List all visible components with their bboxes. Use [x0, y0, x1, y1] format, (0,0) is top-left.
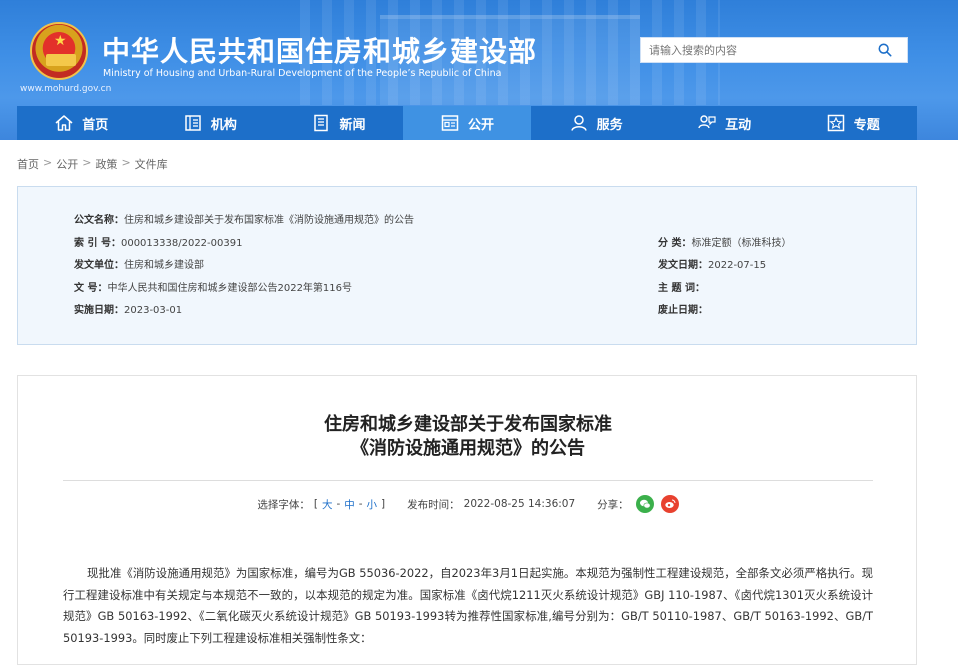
nav-item-service[interactable]: 服务	[531, 106, 660, 140]
nav-item-org[interactable]: 机构	[146, 106, 275, 140]
nav-item-disclosure[interactable]: 公开	[402, 106, 532, 140]
info-value: 2022-07-15	[708, 260, 767, 271]
font-size-medium-link[interactable]: 中	[344, 497, 355, 512]
national-emblem-icon[interactable]: ★	[30, 22, 88, 80]
breadcrumb-separator: >	[121, 156, 131, 169]
article-meta: 选择字体： [ 大 - 中 - 小 ] 发布时间： 2022-08-25 14:…	[18, 495, 918, 513]
disclosure-icon	[441, 115, 459, 131]
main-nav: 首页 机构 新闻 公开 服务 互动 专题	[17, 106, 917, 140]
nav-label: 公开	[468, 117, 495, 133]
site-title[interactable]: 中华人民共和国住房和城乡建设部	[102, 30, 537, 70]
share-label: 分享：	[597, 498, 629, 511]
nav-label: 专题	[853, 117, 880, 133]
wechat-share-icon[interactable]	[635, 495, 654, 513]
breadcrumb-item-disclosure[interactable]: 公开	[56, 156, 78, 172]
nav-item-news[interactable]: 新闻	[274, 106, 403, 140]
info-repeal-date: 废止日期：	[658, 301, 708, 316]
info-label: 主 题 词：	[658, 283, 705, 294]
org-icon	[185, 115, 201, 131]
breadcrumb: 首页 > 公开 > 政策 > 文件库	[17, 156, 168, 172]
info-value: 住房和城乡建设部关于发布国家标准《消防设施通用规范》的公告	[124, 215, 414, 226]
info-label: 索 引 号：	[74, 238, 121, 249]
article-title-line-2: 《消防设施通用规范》的公告	[351, 438, 585, 459]
weibo-share-icon[interactable]	[660, 495, 679, 513]
search-box	[640, 37, 908, 63]
info-category: 分 类：标准定额（标准科技）	[658, 234, 791, 249]
info-label: 文 号：	[74, 283, 108, 294]
info-index: 索 引 号：000013338/2022-00391	[74, 234, 242, 249]
site-header: ★ www.mohurd.gov.cn 中华人民共和国住房和城乡建设部 Mini…	[0, 0, 958, 140]
info-label: 发文单位：	[74, 260, 124, 271]
font-bracket-open: [	[313, 498, 318, 510]
article-divider	[63, 480, 873, 481]
document-info-panel: 公文名称：住房和城乡建设部关于发布国家标准《消防设施通用规范》的公告 索 引 号…	[17, 186, 917, 345]
nav-label: 机构	[210, 117, 237, 133]
info-issuer: 发文单位：住房和城乡建设部	[74, 256, 204, 271]
info-value: 标准定额（标准科技）	[691, 238, 792, 249]
breadcrumb-separator: >	[82, 156, 92, 169]
article-title-line-1: 住房和城乡建设部关于发布国家标准	[324, 414, 612, 435]
nav-label: 互动	[725, 117, 752, 133]
home-icon	[55, 115, 73, 131]
font-bracket-close: ]	[381, 498, 386, 510]
font-size-large-link[interactable]: 大	[322, 497, 333, 512]
search-input[interactable]	[641, 38, 866, 62]
search-button[interactable]	[863, 38, 907, 62]
news-icon	[314, 114, 329, 132]
breadcrumb-item-home[interactable]: 首页	[17, 156, 39, 172]
info-value: 住房和城乡建设部	[124, 260, 204, 271]
font-separator: -	[336, 498, 341, 510]
article-container: 住房和城乡建设部关于发布国家标准 《消防设施通用规范》的公告 选择字体： [ 大…	[17, 375, 917, 665]
font-separator: -	[358, 498, 363, 510]
info-label: 实施日期：	[74, 305, 124, 316]
site-subtitle: Ministry of Housing and Urban-Rural Deve…	[103, 68, 502, 79]
info-subject: 主 题 词：	[658, 279, 705, 294]
site-url: www.mohurd.gov.cn	[20, 84, 112, 94]
nav-label: 服务	[596, 117, 623, 133]
font-size-small-link[interactable]: 小	[367, 497, 378, 512]
publish-time-label: 发布时间：	[407, 498, 460, 511]
article-body-text: 现批准《消防设施通用规范》为国家标准，编号为GB 55036-2022，自202…	[63, 566, 873, 645]
font-size-label: 选择字体：	[257, 498, 310, 511]
info-label: 发文日期：	[658, 260, 708, 271]
info-doc-no: 文 号：中华人民共和国住房和城乡建设部公告2022年第116号	[74, 279, 352, 294]
info-value: 中华人民共和国住房和城乡建设部公告2022年第116号	[107, 283, 353, 294]
info-value: 000013338/2022-00391	[120, 238, 243, 249]
article-body: 现批准《消防设施通用规范》为国家标准，编号为GB 55036-2022，自202…	[63, 563, 873, 649]
info-label: 废止日期：	[658, 305, 708, 316]
info-label: 分 类：	[658, 238, 692, 249]
breadcrumb-separator: >	[43, 156, 53, 169]
nav-label: 首页	[82, 117, 109, 133]
breadcrumb-item-library[interactable]: 文件库	[135, 156, 168, 172]
nav-label: 新闻	[339, 117, 366, 133]
info-value: 2023-03-01	[124, 305, 183, 316]
nav-item-interaction[interactable]: 互动	[660, 106, 789, 140]
info-effective-date: 实施日期：2023-03-01	[74, 301, 182, 316]
search-icon	[878, 43, 892, 57]
nav-item-home[interactable]: 首页	[17, 106, 146, 140]
interaction-icon	[698, 115, 716, 129]
info-label: 公文名称：	[74, 215, 124, 226]
nav-item-topic[interactable]: 专题	[788, 106, 917, 140]
info-doc-name: 公文名称：住房和城乡建设部关于发布国家标准《消防设施通用规范》的公告	[74, 211, 414, 226]
topic-icon	[827, 114, 844, 132]
publish-time: 2022-08-25 14:36:07	[463, 498, 576, 510]
info-issue-date: 发文日期：2022-07-15	[658, 256, 766, 271]
service-icon	[570, 115, 587, 131]
breadcrumb-item-policy[interactable]: 政策	[95, 156, 117, 172]
